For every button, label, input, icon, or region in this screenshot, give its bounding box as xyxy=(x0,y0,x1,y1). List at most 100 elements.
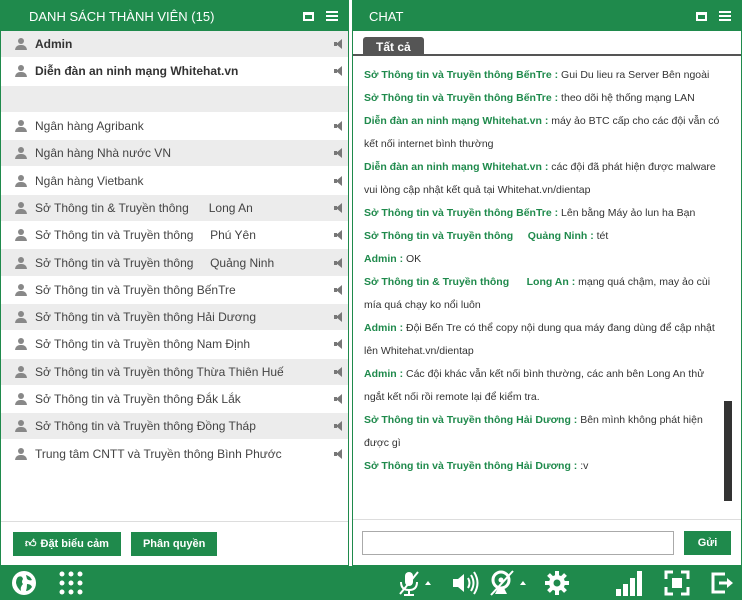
speaker-icon[interactable] xyxy=(334,202,342,213)
member-item[interactable]: Sở Thông tin & Truyền thông Long An xyxy=(1,194,348,223)
speaker-icon[interactable] xyxy=(334,448,342,459)
members-panel-title: DANH SÁCH THÀNH VIÊN (15) xyxy=(29,8,215,24)
member-item[interactable]: Sở Thông tin và Truyền thông Hải Dương xyxy=(1,303,348,332)
message-text: tét xyxy=(593,230,609,242)
message-sender: Sở Thông tin và Truyền thông BếnTre : xyxy=(364,207,559,219)
member-item[interactable]: Admin xyxy=(1,31,348,59)
fullscreen-icon[interactable] xyxy=(664,569,690,597)
message-text: OK xyxy=(403,253,422,265)
emoji-button[interactable]: 👍︎ Đặt biểu cảm xyxy=(13,531,121,556)
member-spacer xyxy=(1,85,348,113)
speaker-icon[interactable] xyxy=(334,257,342,268)
chat-message: Admin : OK xyxy=(364,248,727,271)
speaker-icon[interactable] xyxy=(334,230,342,241)
user-icon xyxy=(15,283,27,296)
member-item[interactable]: Diễn đàn an ninh mạng Whitehat.vn xyxy=(1,58,348,86)
speaker-icon[interactable] xyxy=(334,66,342,77)
user-icon xyxy=(15,229,27,242)
bottom-toolbar xyxy=(0,566,742,600)
user-icon xyxy=(15,147,27,160)
member-name: Sở Thông tin và Truyền thông Đồng Tháp xyxy=(35,419,256,434)
member-item[interactable]: Ngân hàng Vietbank xyxy=(1,167,348,195)
webcam-muted-icon[interactable] xyxy=(488,569,528,597)
message-sender: Admin : xyxy=(364,368,404,380)
message-sender: Sở Thông tin và Truyền thông BếnTre : xyxy=(364,69,559,81)
member-name: Admin xyxy=(35,37,73,52)
user-icon xyxy=(15,256,27,269)
minimize-window-icon[interactable] xyxy=(303,11,314,21)
message-sender: Admin : xyxy=(364,253,404,265)
speaker-icon[interactable] xyxy=(450,569,480,597)
member-item[interactable]: Sở Thông tin và Truyền thông Nam Định xyxy=(1,331,348,359)
menu-icon[interactable] xyxy=(719,11,731,21)
gear-icon[interactable] xyxy=(543,569,571,597)
member-name: Sở Thông tin và Truyền thông Hải Dương xyxy=(35,310,257,325)
user-icon xyxy=(15,393,27,405)
tab-all[interactable]: Tất cả xyxy=(363,37,424,56)
member-item[interactable]: Sở Thông tin và Truyền thông Đồng Tháp xyxy=(1,413,348,441)
user-icon xyxy=(15,420,27,433)
chat-tabs: Tất cả xyxy=(353,31,741,56)
user-icon xyxy=(15,311,27,324)
members-panel: DANH SÁCH THÀNH VIÊN (15) Admin Diễn đàn … xyxy=(0,0,349,566)
user-icon xyxy=(15,65,27,78)
apps-grid-icon[interactable] xyxy=(58,569,84,597)
speaker-icon[interactable] xyxy=(334,284,342,295)
member-list: Admin Diễn đàn an ninh mạng Whitehat.vn Ng… xyxy=(1,31,348,468)
globe-icon[interactable] xyxy=(10,569,38,597)
microphone-muted-icon[interactable] xyxy=(397,569,433,597)
message-sender: Diễn đàn an ninh mạng Whitehat.vn : xyxy=(364,115,549,127)
send-button[interactable]: Gửi xyxy=(684,530,731,555)
chat-message: Sở Thông tin và Truyền thông Hải Dương :… xyxy=(364,409,727,455)
member-name: Sở Thông tin và Truyền thông BếnTre xyxy=(35,282,236,297)
member-item[interactable]: Sở Thông tin và Truyền thông BếnTre xyxy=(1,276,348,304)
member-name: Ngân hàng Agribank xyxy=(35,119,144,134)
speaker-icon[interactable] xyxy=(334,366,342,377)
member-item[interactable]: Trung tâm CNTT và Truyền thông Bình Phướ… xyxy=(1,440,348,468)
message-sender: Sở Thông tin và Truyền thông BếnTre : xyxy=(364,92,559,104)
member-item[interactable]: Sở Thông tin và Truyền thông Thừa Thiên … xyxy=(1,358,348,386)
chat-message: Sở Thông tin và Truyền thông Hải Dương :… xyxy=(364,455,727,478)
exit-icon[interactable] xyxy=(709,569,737,597)
speaker-icon[interactable] xyxy=(334,121,342,132)
message-sender: Sở Thông tin và Truyền thông Hải Dương : xyxy=(364,460,578,472)
user-icon xyxy=(15,120,27,133)
member-item[interactable]: Sở Thông tin và Truyền thông Phú Yên xyxy=(1,222,348,250)
message-text: Các đội khác vẫn kết nối bình thường, cá… xyxy=(364,368,705,403)
member-name: Sở Thông tin & Truyền thông Long An xyxy=(35,200,253,215)
members-panel-header: DANH SÁCH THÀNH VIÊN (15) xyxy=(1,1,348,31)
menu-icon[interactable] xyxy=(326,11,338,21)
member-item[interactable]: Ngân hàng Agribank xyxy=(1,112,348,141)
speaker-icon[interactable] xyxy=(334,175,342,186)
speaker-icon[interactable] xyxy=(334,39,342,50)
user-icon xyxy=(15,201,27,214)
speaker-icon[interactable] xyxy=(334,394,342,404)
member-name: Sở Thông tin và Truyền thông Nam Định xyxy=(35,337,251,352)
members-footer: 👍︎ Đặt biểu cảm Phân quyền xyxy=(1,521,348,565)
chat-panel-header: CHAT xyxy=(353,1,741,31)
member-name: Ngân hàng Nhà nước VN xyxy=(35,146,171,161)
member-name: Sở Thông tin và Truyền thông Thừa Thiên … xyxy=(35,364,284,379)
chat-input[interactable] xyxy=(362,530,674,555)
speaker-icon[interactable] xyxy=(334,148,342,159)
message-sender: Diễn đàn an ninh mạng Whitehat.vn : xyxy=(364,161,549,173)
chat-panel-title: CHAT xyxy=(369,8,404,24)
signal-strength-icon xyxy=(614,569,644,597)
speaker-icon[interactable] xyxy=(334,421,342,432)
chat-panel: CHAT Tất cả Sở Thông tin và Truyền thông… xyxy=(352,0,742,566)
speaker-icon[interactable] xyxy=(334,339,342,350)
minimize-window-icon[interactable] xyxy=(696,11,707,21)
speaker-icon[interactable] xyxy=(334,312,342,323)
permission-button[interactable]: Phân quyền xyxy=(130,531,218,556)
user-icon xyxy=(15,174,27,187)
chat-message: Sở Thông tin và Truyền thông BếnTre : th… xyxy=(364,87,727,110)
user-icon xyxy=(15,447,27,460)
member-item[interactable]: Ngân hàng Nhà nước VN xyxy=(1,140,348,168)
chat-message: Admin : Các đội khác vẫn kết nối bình th… xyxy=(364,363,727,409)
message-text: :v xyxy=(577,460,589,472)
member-item[interactable]: Sở Thông tin và Truyền thông Đắk Lắk xyxy=(1,385,348,414)
member-item[interactable]: Sở Thông tin và Truyền thông Quảng Ninh xyxy=(1,249,348,277)
member-name: Sở Thông tin và Truyền thông Đắk Lắk xyxy=(35,392,241,406)
member-name: Diễn đàn an ninh mạng Whitehat.vn xyxy=(35,64,239,79)
chat-scrollbar[interactable] xyxy=(724,401,732,501)
